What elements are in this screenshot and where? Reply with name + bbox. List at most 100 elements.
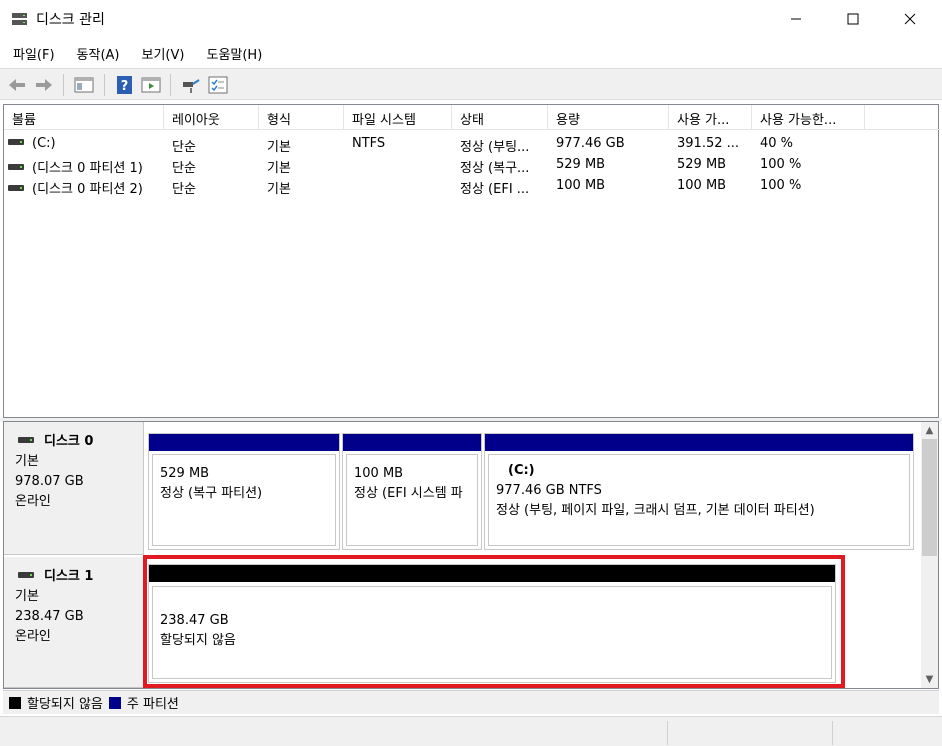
- toolbar-separator: [170, 74, 171, 96]
- volume-status: 정상 (복구...: [460, 161, 530, 175]
- back-icon[interactable]: [6, 74, 28, 96]
- disk-name: 디스크 1: [44, 569, 94, 584]
- scroll-down-icon[interactable]: ▼: [921, 671, 938, 688]
- status-separator: [667, 721, 668, 745]
- disk-management-app-icon: [12, 13, 27, 25]
- volume-status: 정상 (EFI ...: [460, 182, 530, 196]
- volume-file-system: NTFS: [352, 136, 386, 151]
- minimize-button[interactable]: [767, 0, 825, 38]
- volume-row[interactable]: (C:) 단순 기본 NTFS 정상 (부팅... 977.46 GB 391.…: [4, 133, 940, 154]
- column-header-volume[interactable]: 볼륨: [4, 105, 164, 130]
- partition-efi[interactable]: 100 MB 정상 (EFI 시스템 파: [342, 433, 482, 550]
- menu-view[interactable]: 보기(V): [136, 40, 193, 66]
- volume-free-space: 529 MB: [677, 157, 727, 172]
- volume-row[interactable]: (디스크 0 파티션 2) 단순 기본 정상 (EFI ... 100 MB 1…: [4, 175, 940, 196]
- disk-map-scrollbar[interactable]: ▲ ▼: [921, 422, 938, 688]
- toolbar-separator: [104, 74, 105, 96]
- disk-size: 978.07 GB: [15, 474, 84, 489]
- status-separator: [832, 721, 833, 745]
- minimize-icon: [791, 18, 801, 20]
- partition-status: 정상 (부팅, 페이지 파일, 크래시 덤프, 기본 데이터 파티션): [496, 503, 815, 518]
- close-button[interactable]: [881, 0, 939, 38]
- column-header-capacity[interactable]: 용량: [548, 105, 669, 130]
- disk-size: 238.47 GB: [15, 609, 84, 624]
- disk-label[interactable]: 디스크 0 기본 978.07 GB 온라인: [4, 422, 144, 555]
- menu-action[interactable]: 동작(A): [71, 40, 128, 66]
- partition-size: 238.47 GB: [160, 613, 229, 628]
- disk-name: 디스크 0: [44, 434, 94, 449]
- disk-label[interactable]: 디스크 1 기본 238.47 GB 온라인: [4, 557, 144, 688]
- drive-icon: [8, 184, 24, 191]
- legend-swatch-primary: [108, 696, 121, 709]
- primary-partition-bar: [485, 434, 913, 451]
- volume-capacity: 100 MB: [556, 178, 606, 193]
- status-bar: [0, 716, 942, 746]
- volume-type: 기본: [267, 161, 291, 175]
- volume-capacity: 529 MB: [556, 157, 606, 172]
- disk-row: 디스크 1 기본 238.47 GB 온라인 238.47 GB 할당되지 않음: [4, 557, 922, 688]
- volume-layout: 단순: [172, 161, 196, 175]
- volume-layout: 단순: [172, 140, 196, 154]
- volume-list: 볼륨 레이아웃 형식 파일 시스템 상태 용량 사용 가... 사용 가능한..…: [3, 104, 940, 418]
- toolbar-separator: [63, 74, 64, 96]
- volume-type: 기본: [267, 140, 291, 154]
- column-header-type[interactable]: 형식: [259, 105, 344, 130]
- primary-partition-bar: [149, 434, 339, 451]
- drive-icon: [8, 163, 24, 170]
- partition-title: (C:): [508, 463, 535, 478]
- volume-name: (C:): [32, 136, 56, 151]
- partition-size: 529 MB: [160, 466, 210, 481]
- partition-status: 할당되지 않음: [160, 633, 236, 648]
- volume-name: (디스크 0 파티션 1): [32, 161, 143, 175]
- menu-help[interactable]: 도움말(H): [200, 40, 270, 66]
- close-icon: [904, 13, 916, 25]
- column-header-percent-free[interactable]: 사용 가능한...: [752, 105, 865, 130]
- column-header-layout[interactable]: 레이아웃: [164, 105, 259, 130]
- unallocated-space[interactable]: 238.47 GB 할당되지 않음: [148, 564, 836, 683]
- volume-capacity: 977.46 GB: [556, 136, 625, 151]
- legend-label-unallocated: 할당되지 않음: [27, 697, 103, 712]
- window-title: 디스크 관리: [36, 12, 105, 28]
- disk-status: 온라인: [15, 494, 51, 509]
- column-header-file-system[interactable]: 파일 시스템: [344, 105, 452, 130]
- volume-file-system: [344, 154, 452, 175]
- partition-size: 977.46 GB NTFS: [496, 483, 602, 498]
- volume-percent-free: 100 %: [760, 157, 802, 172]
- unallocated-bar: [149, 565, 835, 582]
- legend: 할당되지 않음 주 파티션: [3, 690, 939, 714]
- help-icon[interactable]: ?: [114, 74, 136, 96]
- disk-type: 기본: [15, 454, 39, 469]
- volume-row[interactable]: (디스크 0 파티션 1) 단순 기본 정상 (복구... 529 MB 529…: [4, 154, 940, 175]
- partition-status: 정상 (EFI 시스템 파: [354, 486, 463, 501]
- title-bar: 디스크 관리: [0, 0, 942, 38]
- volume-name: (디스크 0 파티션 2): [32, 182, 143, 196]
- disk-icon: [18, 436, 34, 443]
- volume-layout: 단순: [172, 182, 196, 196]
- forward-icon[interactable]: [33, 74, 55, 96]
- properties-icon[interactable]: [207, 74, 229, 96]
- column-header-free-space[interactable]: 사용 가...: [669, 105, 752, 130]
- action-pane-icon[interactable]: [140, 74, 162, 96]
- partition-c-drive[interactable]: (C:) 977.46 GB NTFS 정상 (부팅, 페이지 파일, 크래시 …: [484, 433, 914, 550]
- volume-type: 기본: [267, 182, 291, 196]
- scroll-thumb[interactable]: [922, 439, 937, 556]
- connect-icon[interactable]: [180, 74, 202, 96]
- legend-label-primary: 주 파티션: [126, 697, 179, 712]
- menu-file[interactable]: 파일(F): [7, 40, 63, 66]
- volume-free-space: 391.52 ...: [677, 136, 740, 151]
- column-header-status[interactable]: 상태: [452, 105, 548, 130]
- legend-swatch-unallocated: [9, 696, 21, 709]
- disk-row: 디스크 0 기본 978.07 GB 온라인 529 MB 정상 (복구 파티션…: [4, 422, 922, 555]
- maximize-button[interactable]: [824, 0, 882, 38]
- console-tree-icon[interactable]: [73, 74, 95, 96]
- disk-type: 기본: [15, 589, 39, 604]
- disk-status: 온라인: [15, 629, 51, 644]
- volume-percent-free: 100 %: [760, 178, 802, 193]
- partition-recovery[interactable]: 529 MB 정상 (복구 파티션): [148, 433, 340, 550]
- partition-size: 100 MB: [354, 466, 404, 481]
- volume-percent-free: 40 %: [760, 136, 794, 151]
- scroll-up-icon[interactable]: ▲: [921, 422, 938, 439]
- volume-status: 정상 (부팅...: [460, 140, 530, 154]
- svg-text:?: ?: [121, 79, 129, 94]
- drive-icon: [8, 138, 24, 145]
